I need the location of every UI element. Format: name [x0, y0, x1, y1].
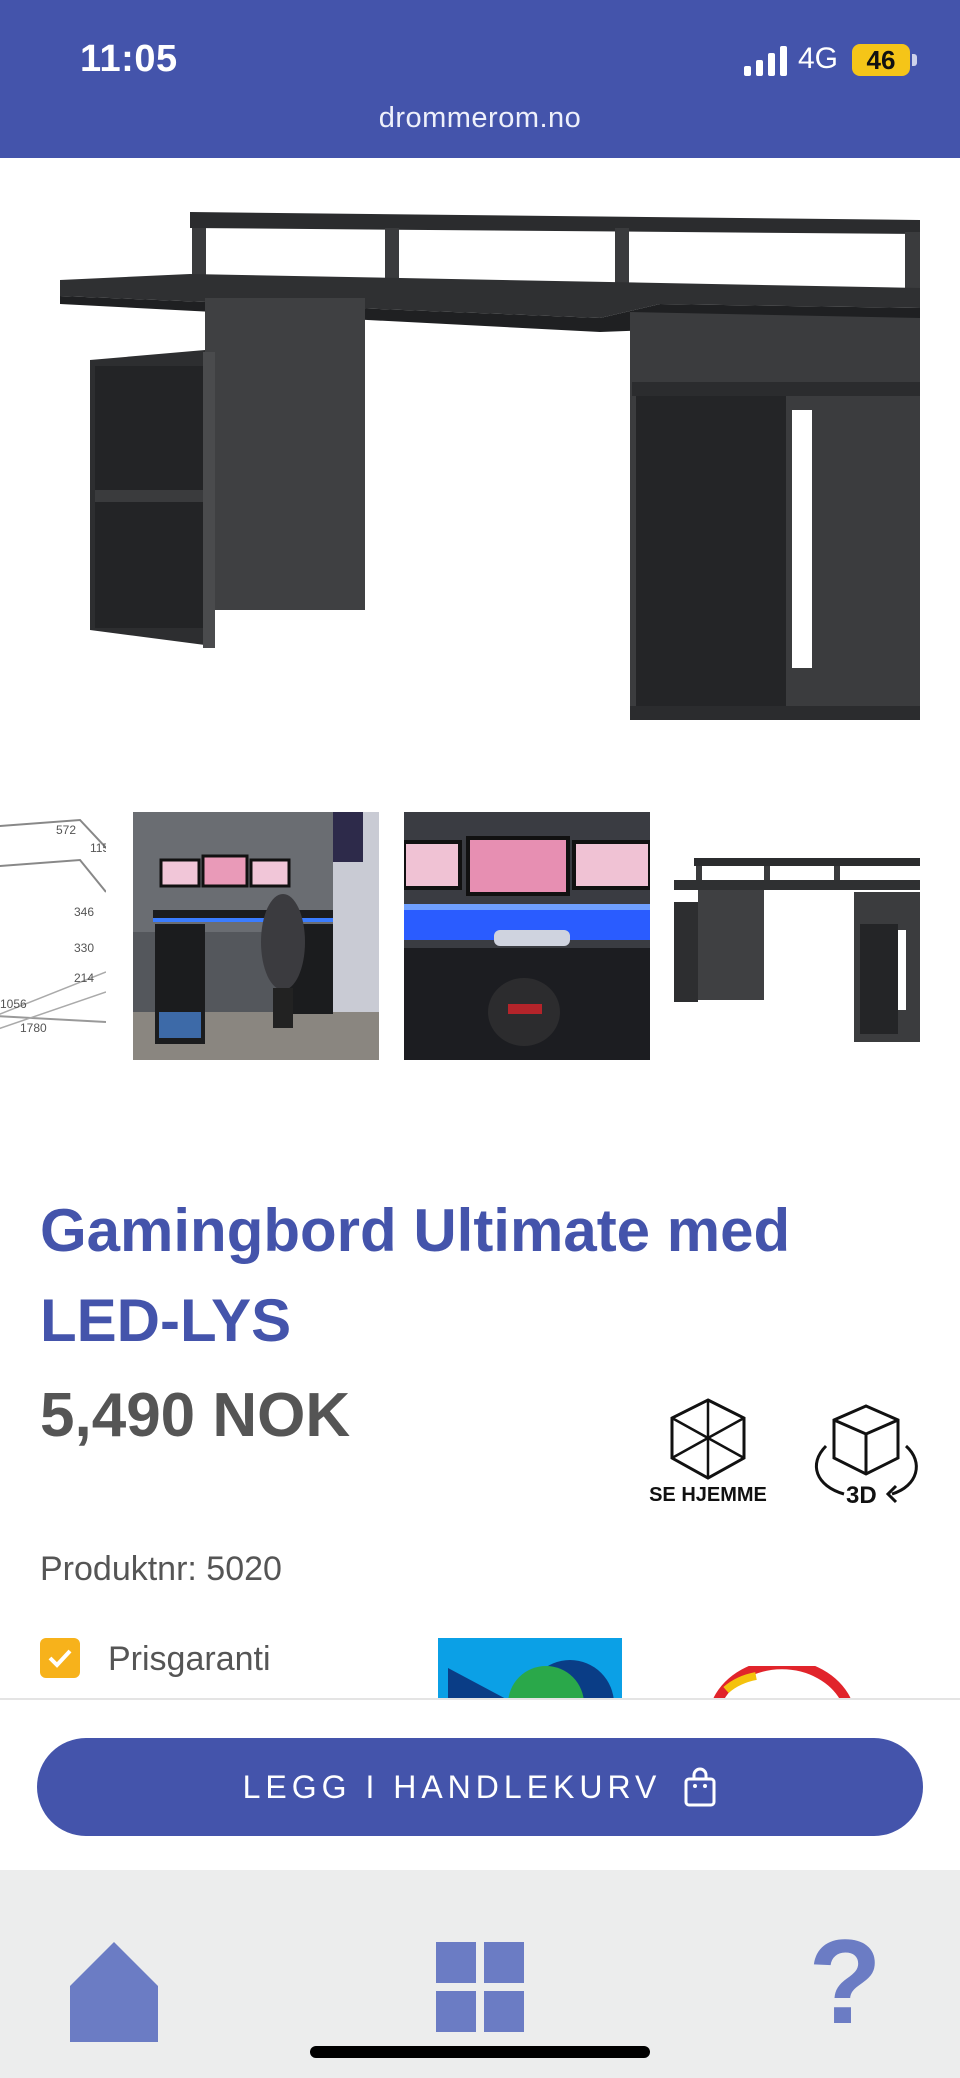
dim-label: 1780	[20, 1021, 47, 1035]
3d-view-button[interactable]: 3D	[808, 1400, 924, 1510]
add-to-cart-label: LEGG I HANDLEKURV	[242, 1768, 662, 1805]
add-to-cart-bar: LEGG I HANDLEKURV	[0, 1698, 960, 1870]
dim-label: 572	[56, 823, 76, 837]
partner-logo	[712, 1666, 852, 1700]
status-time: 11:05	[80, 38, 178, 80]
thumbnail-led-closeup[interactable]	[404, 812, 650, 1060]
network-type: 4G	[798, 42, 839, 75]
battery-icon: 46	[852, 44, 910, 76]
dim-label: 115	[90, 841, 106, 855]
product-page: 11:05 4G 46 drommerom.no 572 115 346 330…	[0, 0, 960, 2078]
3d-label: 3D	[846, 1482, 877, 1509]
thumbnail-desk-grey[interactable]	[674, 812, 920, 1060]
categories-grid-icon[interactable]	[436, 1942, 524, 2032]
shopping-bag-icon	[684, 1767, 716, 1807]
signal-icon	[744, 46, 787, 76]
home-icon[interactable]	[70, 1942, 158, 2042]
feature-label: Prisgaranti	[108, 1640, 271, 1678]
browser-header: 11:05 4G 46 drommerom.no	[0, 0, 960, 158]
thumbnail-room-setup[interactable]	[133, 812, 379, 1060]
checkmark-icon	[40, 1638, 80, 1678]
thumbnail-strip: 572 115 346 330 214 1056 1780	[0, 812, 960, 1060]
product-title: Gamingbord Ultimate med LED-LYS	[40, 1197, 791, 1354]
url-bar[interactable]: drommerom.no	[0, 102, 960, 135]
dim-label: 346	[74, 905, 94, 919]
se-hjemme-label: SE HJEMME	[649, 1484, 767, 1506]
payment-logo	[438, 1638, 622, 1700]
home-indicator	[310, 2046, 650, 2058]
thumbnail-dimension-drawing[interactable]: 572 115 346 330 214 1056 1780	[0, 812, 106, 1060]
battery-cap	[912, 54, 917, 66]
product-number: Produktnr: 5020	[40, 1550, 282, 1588]
ar-cube-icon	[670, 1398, 746, 1480]
product-main-image[interactable]	[40, 200, 930, 770]
dim-label: 330	[74, 941, 94, 955]
help-icon[interactable]: ?	[800, 1922, 890, 2042]
se-hjemme-button[interactable]: SE HJEMME	[648, 1396, 768, 1512]
product-price: 5,490 NOK	[40, 1381, 351, 1450]
dim-label: 214	[74, 971, 94, 985]
dim-label: 1056	[0, 997, 27, 1011]
add-to-cart-button[interactable]: LEGG I HANDLEKURV	[37, 1738, 923, 1836]
